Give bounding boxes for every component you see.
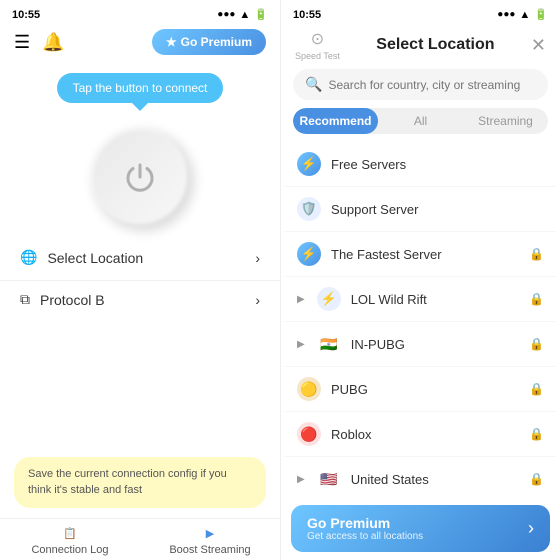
speedometer-icon: ⊙ <box>311 29 324 49</box>
protocol-row[interactable]: ⧉ Protocol B › <box>0 283 280 316</box>
location-label: The Fastest Server <box>331 247 519 262</box>
power-icon <box>122 159 158 195</box>
protocol-icon: ⧉ <box>20 291 30 308</box>
location-label: Free Servers <box>331 157 544 172</box>
boost-streaming-label: Boost Streaming <box>169 544 250 556</box>
panel-title: Select Location <box>376 36 494 54</box>
connection-log-nav[interactable]: 📋 Connection Log <box>0 527 140 556</box>
left-time: 10:55 <box>12 9 40 21</box>
location-label: Roblox <box>331 427 519 442</box>
tip-text: Save the current connection config if yo… <box>28 468 227 495</box>
right-time: 10:55 <box>293 9 321 21</box>
list-item[interactable]: 🛡️ Support Server <box>285 187 556 232</box>
left-status-bar: 10:55 ●●● ▲ 🔋 <box>0 0 280 25</box>
boost-streaming-icon: ▶ <box>206 527 214 540</box>
right-signal-icon: ●●● <box>497 9 515 20</box>
star-icon: ★ <box>166 35 177 49</box>
location-label: LOL Wild Rift <box>351 292 519 307</box>
bubble-text: Tap the button to connect <box>73 81 208 95</box>
us-flag-icon: 🇺🇸 <box>317 467 341 491</box>
bottom-tip: Save the current connection config if yo… <box>14 457 266 508</box>
list-item[interactable]: ▶ ⚡ LOL Wild Rift 🔒 <box>285 277 556 322</box>
globe-icon: 🌐 <box>20 249 37 266</box>
roblox-icon: 🔴 <box>297 422 321 446</box>
search-input[interactable] <box>328 78 536 92</box>
divider <box>0 280 280 281</box>
boost-streaming-nav[interactable]: ▶ Boost Streaming <box>140 527 280 556</box>
expand-arrow: ▶ <box>297 294 305 305</box>
right-header: ⊙ Speed Test Select Location ✕ <box>281 25 560 69</box>
header-icons: ☰ 🔔 <box>14 32 65 53</box>
search-icon: 🔍 <box>305 76 322 93</box>
list-item[interactable]: 🟡 PUBG 🔒 <box>285 367 556 412</box>
bottom-nav: 📋 Connection Log ▶ Boost Streaming <box>0 518 280 560</box>
go-premium-label: Go Premium <box>181 35 252 49</box>
connection-log-icon: 📋 <box>63 527 77 540</box>
search-bar: 🔍 <box>293 69 548 100</box>
bell-icon[interactable]: 🔔 <box>42 32 64 53</box>
tab-recommend[interactable]: Recommend <box>293 108 378 134</box>
list-item[interactable]: ⚡ The Fastest Server 🔒 <box>285 232 556 277</box>
list-item[interactable]: ▶ 🇺🇸 United States 🔒 <box>285 457 556 497</box>
connect-bubble: Tap the button to connect <box>57 73 224 103</box>
go-premium-title: Go Premium <box>307 515 423 531</box>
right-battery-icon: 🔋 <box>534 8 548 21</box>
lock-icon: 🔒 <box>529 247 544 261</box>
location-label: PUBG <box>331 382 519 397</box>
lock-icon: 🔒 <box>529 337 544 351</box>
location-label: Support Server <box>331 202 544 217</box>
filter-tabs: Recommend All Streaming <box>293 108 548 134</box>
right-panel: 10:55 ●●● ▲ 🔋 ⊙ Speed Test Select Locati… <box>280 0 560 560</box>
lock-icon: 🔒 <box>529 427 544 441</box>
location-label: IN-PUBG <box>351 337 519 352</box>
connection-log-label: Connection Log <box>31 544 108 556</box>
power-button-container <box>90 127 190 227</box>
power-button[interactable] <box>90 127 190 227</box>
speed-test-area[interactable]: ⊙ Speed Test <box>295 29 340 61</box>
select-location-label: Select Location <box>47 250 143 266</box>
expand-arrow: ▶ <box>297 339 305 350</box>
premium-arrow-icon: › <box>528 518 534 539</box>
pubg-icon: 🟡 <box>297 377 321 401</box>
protocol-label: Protocol B <box>40 292 105 308</box>
go-premium-button[interactable]: ★ Go Premium <box>152 29 266 55</box>
right-status-bar: 10:55 ●●● ▲ 🔋 <box>281 0 560 25</box>
lock-icon: 🔒 <box>529 382 544 396</box>
lightning-icon: ⚡ <box>297 242 321 266</box>
go-premium-bottom-button[interactable]: Go Premium Get access to all locations › <box>291 505 550 552</box>
location-list: ⚡ Free Servers 🛡️ Support Server ⚡ The F… <box>281 142 560 497</box>
left-header: ☰ 🔔 ★ Go Premium <box>0 25 280 63</box>
left-panel: 10:55 ●●● ▲ 🔋 ☰ 🔔 ★ Go Premium Tap the b… <box>0 0 280 560</box>
lock-icon: 🔒 <box>529 472 544 486</box>
in-pubg-icon: 🇮🇳 <box>317 332 341 356</box>
list-item[interactable]: ▶ 🇮🇳 IN-PUBG 🔒 <box>285 322 556 367</box>
location-label: United States <box>351 472 519 487</box>
signal-icon: ●●● <box>217 9 235 20</box>
list-item[interactable]: ⚡ Free Servers <box>285 142 556 187</box>
tab-all[interactable]: All <box>378 108 463 134</box>
battery-icon: 🔋 <box>254 8 268 21</box>
select-location-chevron: › <box>255 250 260 266</box>
go-premium-subtitle: Get access to all locations <box>307 531 423 542</box>
wifi-icon: ▲ <box>239 9 250 21</box>
right-wifi-icon: ▲ <box>519 9 530 21</box>
speed-test-label: Speed Test <box>295 51 340 61</box>
lol-icon: ⚡ <box>317 287 341 311</box>
close-button[interactable]: ✕ <box>531 35 546 56</box>
menu-icon[interactable]: ☰ <box>14 32 30 53</box>
protocol-chevron: › <box>255 292 260 308</box>
select-location-row[interactable]: 🌐 Select Location › <box>0 237 280 278</box>
list-item[interactable]: 🔴 Roblox 🔒 <box>285 412 556 457</box>
lock-icon: 🔒 <box>529 292 544 306</box>
lightning-icon: ⚡ <box>297 152 321 176</box>
expand-arrow: ▶ <box>297 474 305 485</box>
support-icon: 🛡️ <box>297 197 321 221</box>
tab-streaming[interactable]: Streaming <box>463 108 548 134</box>
